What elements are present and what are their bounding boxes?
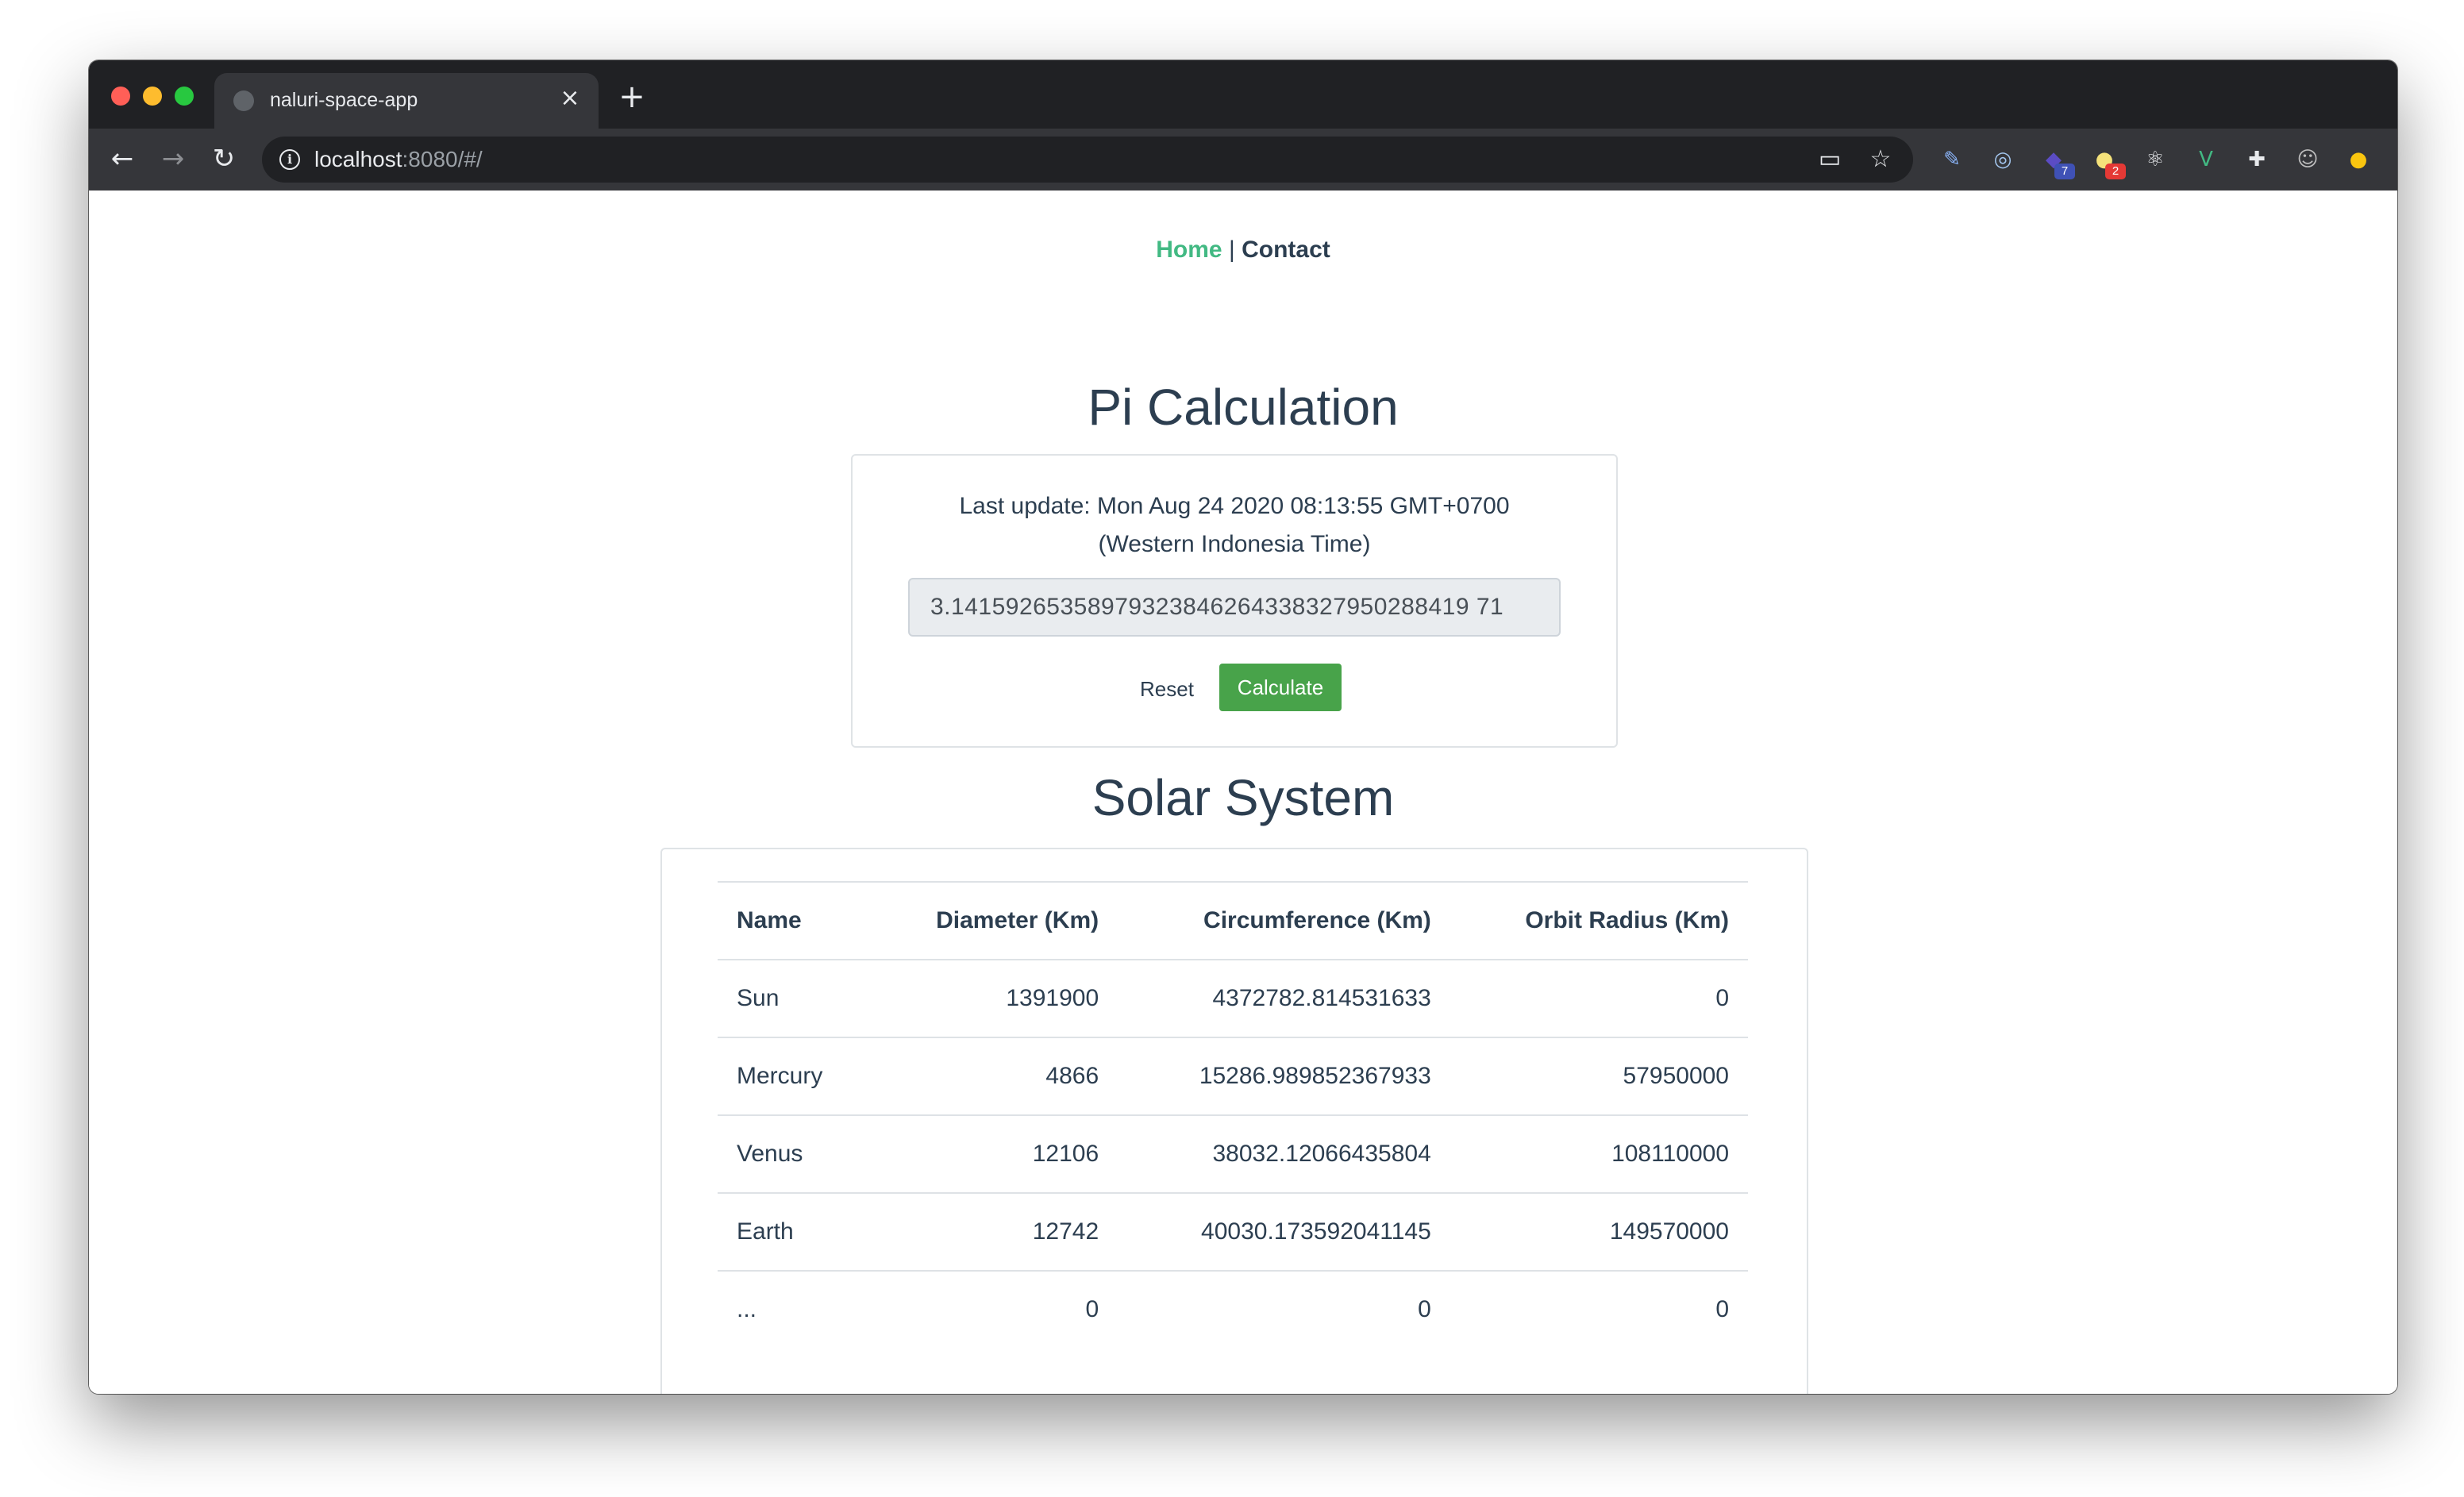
last-update-text: Last update: Mon Aug 24 2020 08:13:55 GM… <box>853 487 1616 564</box>
cell-name: Sun <box>718 959 871 1037</box>
pi-card: Last update: Mon Aug 24 2020 08:13:55 GM… <box>851 454 1618 748</box>
table-row: Sun 1391900 4372782.814531633 0 <box>718 959 1748 1037</box>
nav-separator: | <box>1228 237 1235 263</box>
info-icon[interactable]: i <box>279 149 300 170</box>
new-tab-button[interactable]: + <box>616 81 648 113</box>
ring-extension-icon[interactable]: ◎ <box>1988 144 2018 175</box>
cell-orbit-radius: 108110000 <box>1450 1114 1748 1193</box>
close-window-button[interactable] <box>111 87 130 106</box>
browser-toolbar: ← → ↻ i localhost:8080/#/ ▭ ☆ ✎ ◎ ◆ 7 ● 2 ⚛ V ✚ ☺… <box>89 129 2397 192</box>
cell-circumference: 38032.12066435804 <box>1118 1114 1450 1193</box>
column-header-circumference: Circumference (Km) <box>1118 881 1450 960</box>
browser-window: naluri-space-app × + ← → ↻ i localhost:8… <box>89 60 2397 1394</box>
bookmark-star-icon[interactable]: ☆ <box>1867 146 1894 173</box>
planets-table: Name Diameter (Km) Circumference (Km) Or… <box>718 881 1748 1348</box>
close-icon[interactable]: × <box>556 84 584 113</box>
cell-circumference: 15286.989852367933 <box>1118 1037 1450 1115</box>
extension-badge: 7 <box>2054 164 2075 179</box>
cell-diameter: 0 <box>870 1270 1118 1348</box>
nav-link-contact[interactable]: Contact <box>1242 237 1330 263</box>
tab-title: naluri-space-app <box>270 89 418 111</box>
last-update-line2: (Western Indonesia Time) <box>1098 531 1371 557</box>
pi-value-field[interactable]: 3.14159265358979323846264338327950288419… <box>908 578 1561 637</box>
puzzle-extensions-icon[interactable]: ✚ <box>2242 144 2272 175</box>
cast-icon[interactable]: ▭ <box>1816 146 1843 173</box>
reload-icon[interactable]: ↻ <box>208 143 240 175</box>
cell-circumference: 4372782.814531633 <box>1118 959 1450 1037</box>
cell-name: Venus <box>718 1114 871 1193</box>
page-content: Home | Contact Pi Calculation Last updat… <box>89 190 2397 1394</box>
browser-tab-active[interactable]: naluri-space-app × <box>214 73 599 129</box>
cell-circumference: 0 <box>1118 1270 1450 1348</box>
globe-icon <box>233 90 254 111</box>
reset-button[interactable]: Reset <box>1129 665 1205 713</box>
zoom-window-button[interactable] <box>175 87 194 106</box>
bulb-extension-icon[interactable]: ● 2 <box>2089 144 2126 179</box>
solar-heading: Solar System <box>1091 769 1395 826</box>
react-devtools-extension-icon[interactable]: ⚛ <box>2140 144 2170 175</box>
cell-diameter: 1391900 <box>870 959 1118 1037</box>
calculate-button[interactable]: Calculate <box>1219 664 1342 711</box>
cell-orbit-radius: 0 <box>1450 959 1748 1037</box>
table-row: Earth 12742 40030.173592041145 149570000 <box>718 1192 1748 1271</box>
yellow-status-extension-icon[interactable]: ● <box>2343 144 2374 175</box>
column-header-orbit-radius: Orbit Radius (Km) <box>1450 881 1748 960</box>
url-text[interactable]: localhost:8080/#/ <box>314 147 483 172</box>
minimize-window-button[interactable] <box>143 87 162 106</box>
cell-diameter: 12742 <box>870 1192 1118 1271</box>
top-nav: Home | Contact <box>89 237 2397 264</box>
last-update-line1: Last update: Mon Aug 24 2020 08:13:55 GM… <box>959 493 1510 519</box>
column-header-name: Name <box>718 881 871 960</box>
cell-orbit-radius: 149570000 <box>1450 1192 1748 1271</box>
cell-name: ... <box>718 1270 871 1348</box>
column-header-diameter: Diameter (Km) <box>870 881 1118 960</box>
table-row: ... 0 0 0 <box>718 1270 1748 1348</box>
nav-link-home[interactable]: Home <box>1156 237 1222 263</box>
url-path: :8080/#/ <box>402 147 483 171</box>
cell-diameter: 4866 <box>870 1037 1118 1115</box>
cell-name: Mercury <box>718 1037 871 1115</box>
pi-heading: Pi Calculation <box>1088 379 1399 436</box>
address-bar[interactable]: i localhost:8080/#/ ▭ ☆ <box>262 137 1913 183</box>
extension-badge: 2 <box>2105 164 2126 179</box>
profile-avatar-icon[interactable]: ☺ <box>2293 144 2323 175</box>
forward-arrow-icon[interactable]: → <box>157 143 189 175</box>
table-row: Mercury 4866 15286.989852367933 57950000 <box>718 1037 1748 1115</box>
table-row: Venus 12106 38032.12066435804 108110000 <box>718 1114 1748 1193</box>
table-header-row: Name Diameter (Km) Circumference (Km) Or… <box>718 881 1748 960</box>
cell-circumference: 40030.173592041145 <box>1118 1192 1450 1271</box>
cell-name: Earth <box>718 1192 871 1271</box>
cell-diameter: 12106 <box>870 1114 1118 1193</box>
url-host: localhost <box>314 147 402 171</box>
back-arrow-icon[interactable]: ← <box>106 143 138 175</box>
hat-extension-icon[interactable]: ◆ 7 <box>2039 144 2075 179</box>
solar-card: Name Diameter (Km) Circumference (Km) Or… <box>660 848 1808 1394</box>
cell-orbit-radius: 0 <box>1450 1270 1748 1348</box>
browser-titlebar: naluri-space-app × + <box>89 60 2397 129</box>
vue-devtools-extension-icon[interactable]: V <box>2191 144 2221 175</box>
cell-orbit-radius: 57950000 <box>1450 1037 1748 1115</box>
pen-extension-icon[interactable]: ✎ <box>1937 144 1967 175</box>
